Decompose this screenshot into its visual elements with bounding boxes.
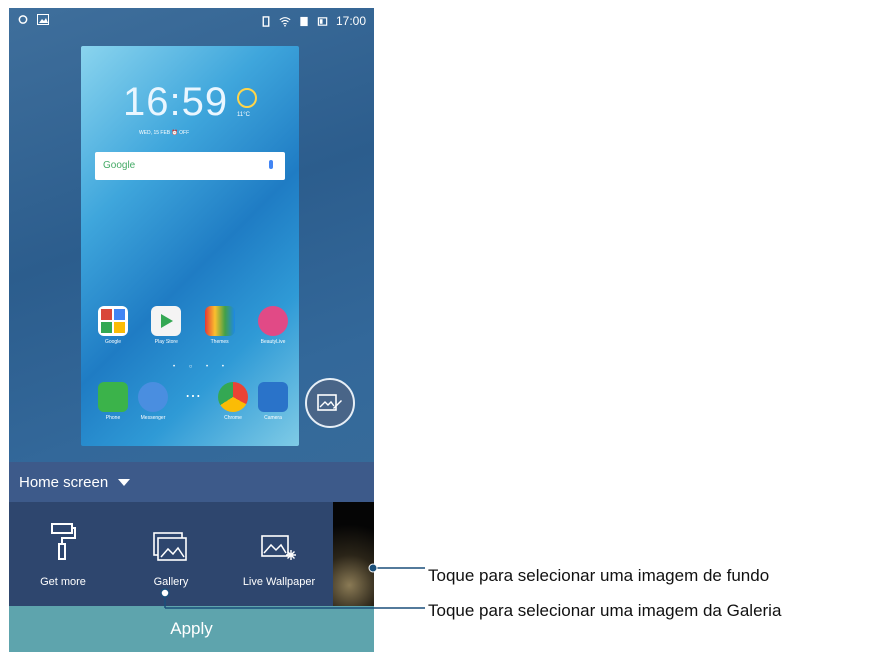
preview-clock: 16:59	[123, 80, 229, 124]
google-logo: Google	[103, 160, 136, 171]
get-more-label: Get more	[40, 576, 86, 588]
app-chrome: Chrome	[215, 382, 251, 421]
app-beautylive: BeautyLive	[255, 306, 291, 345]
preview-temperature: 11°C	[237, 112, 250, 118]
sun-icon	[237, 88, 257, 108]
app-themes: Themes	[202, 306, 238, 345]
live-wallpaper-icon	[261, 535, 296, 560]
image-notification-icon	[37, 14, 49, 25]
mic-icon	[269, 160, 273, 169]
home-screen-dropdown[interactable]: Home screen	[9, 462, 374, 502]
app-drawer-icon: ⋯	[185, 388, 201, 405]
status-bar: 17:00	[9, 8, 374, 34]
edit-wallpaper-button[interactable]	[305, 378, 355, 428]
vibrate-icon	[262, 15, 270, 27]
wallpaper-options: Get more Gallery Live Wallpaper	[9, 502, 374, 606]
callout-text-gallery: Toque para selecionar uma imagem da Gale…	[428, 601, 782, 620]
live-wallpaper-label: Live Wallpaper	[242, 576, 316, 588]
apply-label: Apply	[170, 619, 213, 638]
wifi-icon	[279, 16, 291, 27]
app-phone: Phone	[95, 382, 131, 421]
home-screen-preview: 16:59 11°C WED, 15 FEB ⏰ OFF Google Goog…	[81, 46, 299, 446]
status-time: 17:00	[335, 14, 366, 28]
gallery-label: Gallery	[153, 576, 189, 588]
sim-icon	[300, 16, 308, 26]
live-wallpaper-button[interactable]: Live Wallpaper	[225, 502, 333, 606]
get-more-button[interactable]: Get more	[9, 502, 117, 606]
preview-date: WED, 15 FEB ⏰ OFF	[139, 130, 190, 136]
gallery-icon	[153, 532, 187, 561]
sync-icon	[18, 15, 28, 24]
app-google: Google	[95, 306, 131, 345]
dropdown-arrow-icon	[118, 478, 131, 486]
gallery-button[interactable]: Gallery	[117, 502, 225, 606]
app-camera: Camera	[255, 382, 291, 421]
app-messenger: Messenger	[135, 382, 171, 421]
app-play-store: Play Store	[148, 306, 184, 345]
preview-app-row: Google Play Store Themes BeautyLive	[95, 306, 291, 345]
apply-button[interactable]: Apply	[9, 606, 374, 652]
paint-roller-icon	[51, 523, 76, 560]
page-indicator: • ○ • •	[173, 364, 230, 370]
home-screen-label: Home screen	[19, 473, 109, 491]
phone-screen: 17:00 16:59 11°C WED, 15 FEB ⏰ OFF Googl…	[9, 8, 374, 652]
wallpaper-thumbnail[interactable]	[333, 502, 374, 606]
battery-icon	[317, 16, 328, 26]
callout-text-background: Toque para selecionar uma imagem de fund…	[428, 566, 770, 585]
google-search-bar: Google	[95, 152, 285, 180]
edit-image-icon	[317, 394, 342, 411]
preview-dock: Phone Messenger ⋯ Chrome Camera	[95, 382, 291, 421]
